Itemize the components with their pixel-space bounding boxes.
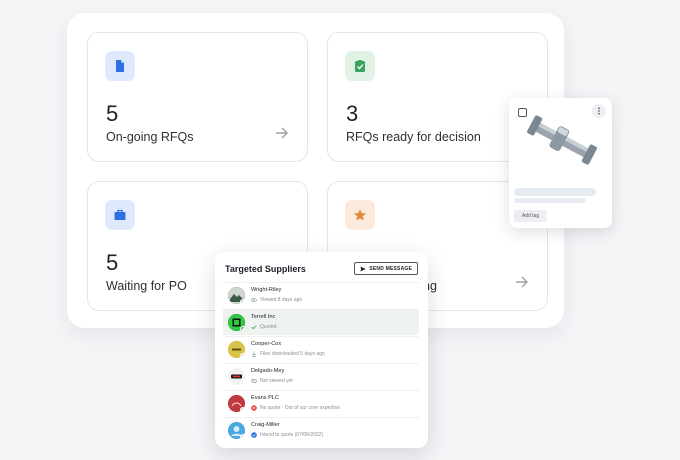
- placeholder-bar: [514, 188, 596, 196]
- targeted-suppliers-panel: Targeted Suppliers SEND MESSAGE Wright-R…: [215, 252, 428, 448]
- send-icon: [360, 266, 367, 271]
- send-message-label: SEND MESSAGE: [369, 265, 412, 272]
- avatar: [228, 422, 245, 439]
- card-count: 5: [106, 250, 119, 275]
- product-card[interactable]: Add tag: [509, 98, 612, 228]
- supplier-row[interactable]: Cooper-Cox Files downloaded 5 days ago: [223, 336, 419, 362]
- supplier-status: Files downloaded 5 days ago: [251, 351, 325, 357]
- supplier-status: Quoted: [251, 324, 276, 330]
- send-message-button[interactable]: SEND MESSAGE: [354, 262, 418, 275]
- supplier-name: Wright-Riley: [251, 287, 282, 293]
- supplier-name: Cooper-Cox: [251, 341, 282, 347]
- clipboard-check-icon: [345, 51, 375, 81]
- card-count: 5: [106, 101, 119, 126]
- check-icon: [251, 325, 257, 330]
- supplier-status: No quote · Out of our core expertise: [251, 405, 340, 411]
- star-icon: [345, 200, 375, 230]
- no-quote-icon: [251, 405, 257, 411]
- supplier-row[interactable]: Craig-Miller Intend to quote (07/06/2022…: [223, 417, 419, 443]
- supplier-name: Evans PLC: [251, 395, 279, 401]
- briefcase-icon: [105, 200, 135, 230]
- supplier-name: Delgado-Mey: [251, 368, 285, 374]
- eye-icon: [251, 298, 257, 302]
- download-icon: [252, 351, 256, 357]
- part-image: [527, 115, 597, 165]
- card-count: 3: [346, 101, 359, 126]
- arrow-right-icon[interactable]: [515, 276, 529, 288]
- supplier-status: Not viewed yet: [251, 378, 293, 384]
- avatar: [228, 395, 245, 412]
- supplier-name: Terrell Inc: [251, 314, 276, 320]
- card-ongoing-rfqs[interactable]: 5 On-going RFQs: [87, 32, 308, 162]
- supplier-name: Craig-Miller: [251, 422, 280, 428]
- intend-quote-icon: [251, 432, 257, 438]
- supplier-row[interactable]: Delgado-Mey Not viewed yet: [223, 363, 419, 389]
- add-tag-button[interactable]: Add tag: [514, 210, 547, 222]
- avatar: [228, 287, 245, 304]
- supplier-row[interactable]: Evans PLC No quote · Out of our core exp…: [223, 390, 419, 416]
- avatar: [228, 368, 245, 385]
- card-label: RFQs ready for decision: [346, 130, 481, 144]
- card-label: Waiting for PO: [106, 279, 187, 293]
- placeholder-bar: [514, 198, 586, 203]
- supplier-status: Intend to quote (07/06/2022): [251, 432, 323, 438]
- avatar: [228, 314, 245, 331]
- supplier-status: Viewed 8 days ago: [251, 297, 302, 303]
- document-icon: [105, 51, 135, 81]
- eye-off-icon: [251, 378, 257, 384]
- arrow-right-icon[interactable]: [275, 127, 289, 139]
- card-label: On-going RFQs: [106, 130, 194, 144]
- supplier-row[interactable]: Terrell Inc Quoted: [223, 309, 419, 335]
- supplier-row[interactable]: Wright-Riley Viewed 8 days ago: [223, 282, 419, 308]
- panel-title: Targeted Suppliers: [225, 264, 306, 274]
- avatar: [228, 341, 245, 358]
